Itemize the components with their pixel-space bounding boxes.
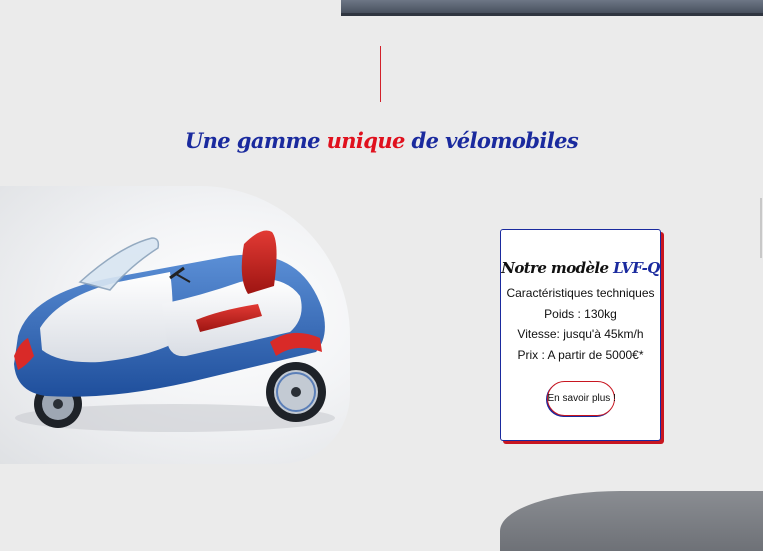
- velomobile-product-image: [0, 186, 350, 464]
- specs-heading: Caractéristiques techniques: [506, 286, 655, 300]
- section-divider: [380, 46, 381, 102]
- spec-speed: Vitesse: jusqu'à 45km/h: [517, 327, 644, 341]
- spec-weight: Poids : 130kg: [544, 306, 617, 321]
- card-title-prefix: Notre modèle: [501, 259, 609, 277]
- heading-text-end: de vélomobiles: [411, 128, 579, 153]
- top-banner-image: [341, 0, 763, 16]
- scrollbar-thumb[interactable]: [760, 198, 762, 258]
- section-heading: Une gamme unique de vélomobiles: [0, 128, 763, 153]
- card-title: Notre modèle LVF-Q: [501, 259, 660, 277]
- velomobile-illustration: [14, 230, 335, 432]
- product-card: Notre modèle LVF-Q Caractéristiques tech…: [500, 229, 661, 441]
- bottom-section-image: [500, 491, 763, 551]
- model-name: LVF-Q: [613, 259, 660, 277]
- spec-price: Prix : A partir de 5000€*: [517, 347, 644, 362]
- learn-more-button[interactable]: En savoir plus !: [546, 381, 616, 416]
- heading-accent-word: unique: [326, 128, 406, 153]
- heading-text-start: Une gamme: [184, 128, 321, 153]
